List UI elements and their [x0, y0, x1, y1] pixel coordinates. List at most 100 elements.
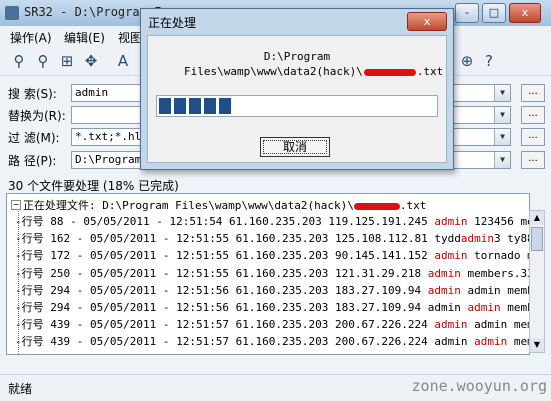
tree-branch: - — [15, 215, 22, 228]
scroll-up-icon[interactable]: ▲ — [530, 211, 544, 225]
progress-bar — [156, 95, 438, 117]
tree-branch: - — [15, 300, 22, 314]
row-text-tail: members.3322.o — [467, 266, 529, 280]
row-match: admin — [434, 215, 468, 228]
redaction-mark — [353, 202, 400, 210]
cancel-button[interactable]: 取消 — [260, 137, 330, 157]
row-text-tail: 123456 member — [474, 215, 529, 228]
tree-row[interactable]: -行号 439 - 05/05/2011 - 12:51:57 61.160.2… — [15, 316, 529, 333]
row-text-tail: members.3322 — [474, 353, 529, 355]
row-text: 行号 439 - 05/05/2011 - 12:51:57 61.160.23… — [21, 318, 435, 332]
tree-icon[interactable]: ⊞ — [58, 52, 76, 70]
path-browse-button[interactable]: ... — [521, 151, 545, 169]
path-label: 路 径(P): — [8, 154, 57, 168]
chevron-down-icon[interactable]: ▼ — [494, 129, 510, 145]
result-rows: -行号 88 - 05/05/2011 - 12:51:54 61.160.23… — [15, 213, 529, 355]
text-icon[interactable]: A — [114, 52, 132, 70]
dialog-path-ext: .txt — [416, 65, 444, 78]
row-text: 行号 162 - 05/05/2011 - 12:51:55 61.160.23… — [21, 232, 461, 246]
row-text-tail: members.3 — [513, 335, 529, 349]
row-text-tail: members.3 — [507, 300, 529, 314]
tree-root-node[interactable]: 正在处理文件: D:\Program Files\wamp\www\data2(… — [23, 197, 426, 213]
progress-dialog: 正在处理 x D:\Program Files\wamp\www\data2(h… — [140, 8, 454, 170]
tree-row[interactable]: -行号 294 - 05/05/2011 - 12:51:56 61.160.2… — [15, 299, 529, 316]
row-text: 行号 294 - 05/05/2011 - 12:51:56 61.160.23… — [21, 300, 468, 314]
replace-browse-button[interactable]: ... — [521, 106, 545, 124]
filter-input-value: *.txt;*.hlp — [75, 130, 148, 143]
help-icon[interactable]: ? — [480, 52, 498, 70]
dialog-title: 正在处理 — [148, 16, 197, 30]
tree-row[interactable]: -行号 439 - 05/05/2011 - 12:51:57 61.160.2… — [15, 333, 529, 350]
tree-row[interactable]: -行号 172 - 05/05/2011 - 12:51:55 61.160.2… — [15, 247, 529, 264]
menu-edit[interactable]: 编辑(E) — [64, 29, 105, 46]
menu-view[interactable]: 视图 — [118, 29, 142, 46]
results-tree[interactable]: − 正在处理文件: D:\Program Files\wamp\www\data… — [6, 193, 530, 355]
row-match: admin — [474, 335, 508, 349]
chevron-down-icon[interactable]: ▼ — [494, 107, 510, 123]
tree-branch: - — [15, 353, 22, 355]
tree-row[interactable]: -行号 162 - 05/05/2011 - 12:51:55 61.160.2… — [15, 230, 529, 247]
tree-row[interactable]: -行号 462 - 05/05/2011 - 12:51:57 61.160.2… — [15, 351, 529, 355]
filter-browse-button[interactable]: ... — [521, 128, 545, 146]
tree-branch: - — [15, 335, 22, 349]
dialog-path-prefix: Files\wamp\www\data2(hack)\ — [184, 65, 363, 78]
scroll-down-icon[interactable]: ▼ — [530, 338, 544, 352]
status-bar: 就绪 zone.wooyun.org — [0, 374, 551, 401]
minimize-button[interactable]: - — [455, 3, 479, 23]
progress-segment — [189, 98, 201, 114]
app-icon — [5, 6, 19, 20]
row-match: admin — [434, 249, 468, 263]
tree-branch: - — [15, 249, 22, 263]
search-browse-button[interactable]: ... — [521, 84, 545, 102]
dialog-path-line2: Files\wamp\www\data2(hack)\ .txt — [184, 65, 443, 78]
tree-row[interactable]: -行号 88 - 05/05/2011 - 12:51:54 61.160.23… — [15, 213, 529, 230]
status-text: 就绪 — [8, 382, 33, 396]
chevron-down-icon[interactable]: ▼ — [494, 152, 510, 168]
root-path: 正在处理文件: D:\Program Files\wamp\www\data2(… — [23, 199, 354, 212]
zoom-icon[interactable]: ⊕ — [458, 52, 476, 70]
binoculars-icon[interactable]: ⚲ — [10, 52, 28, 70]
filter-label: 过 滤(M): — [8, 131, 60, 145]
redaction-mark — [363, 68, 416, 76]
search-label: 搜 索(S): — [8, 87, 57, 101]
close-button[interactable]: x — [509, 3, 541, 23]
watermark: zone.wooyun.org — [411, 377, 547, 395]
path-input-value: D:\Program — [75, 153, 142, 166]
maximize-button[interactable]: □ — [482, 3, 506, 23]
replace-label: 替换为(R): — [8, 109, 66, 123]
vertical-scrollbar[interactable]: ▲ ▼ — [529, 210, 545, 353]
row-text-tail: tornado member — [474, 249, 529, 263]
tree-branch: - — [15, 283, 22, 297]
collapse-icon[interactable]: − — [11, 200, 21, 210]
row-text: 行号 250 - 05/05/2011 - 12:51:55 61.160.23… — [21, 266, 428, 280]
row-match: admin — [427, 283, 461, 297]
row-match: admin — [434, 318, 468, 332]
tree-row[interactable]: -行号 294 - 05/05/2011 - 12:51:56 61.160.2… — [15, 282, 529, 299]
row-text: 行号 462 - 05/05/2011 - 12:51:57 61.160.23… — [22, 353, 441, 355]
row-text-tail: admin members.3 — [474, 318, 529, 332]
row-text: 行号 439 - 05/05/2011 - 12:51:57 61.160.23… — [21, 335, 475, 349]
progress-summary: 30 个文件要处理 (18% 已完成) — [8, 179, 179, 193]
progress-segment — [219, 98, 231, 114]
row-match: admin — [427, 266, 461, 280]
progress-fill — [159, 98, 231, 114]
row-text: 行号 172 - 05/05/2011 - 12:51:55 61.160.23… — [21, 249, 435, 263]
root-ext: .txt — [399, 199, 427, 212]
chevron-down-icon[interactable]: ▼ — [494, 85, 510, 101]
progress-segment — [159, 98, 171, 114]
row-text-tail: 3 ty8888 ww — [493, 232, 529, 246]
dialog-close-button[interactable]: x — [407, 12, 447, 31]
dialog-body: D:\Program Files\wamp\www\data2(hack)\ .t… — [147, 35, 447, 163]
progress-segment — [204, 98, 216, 114]
menu-operation[interactable]: 操作(A) — [10, 29, 52, 46]
tree-branch: - — [15, 266, 22, 280]
tree-branch: - — [15, 232, 22, 246]
tree-row[interactable]: -行号 250 - 05/05/2011 - 12:51:55 61.160.2… — [15, 265, 529, 282]
move-icon[interactable]: ✥ — [82, 52, 100, 70]
row-text: 行号 88 - 05/05/2011 - 12:51:54 61.160.235… — [21, 215, 435, 228]
row-text: 行号 294 - 05/05/2011 - 12:51:56 61.160.23… — [21, 283, 428, 297]
binoculars-replace-icon[interactable]: ⚲ — [34, 52, 52, 70]
row-match: admin — [467, 300, 501, 314]
search-input-value: admin — [75, 86, 109, 99]
scroll-thumb[interactable] — [531, 227, 543, 251]
